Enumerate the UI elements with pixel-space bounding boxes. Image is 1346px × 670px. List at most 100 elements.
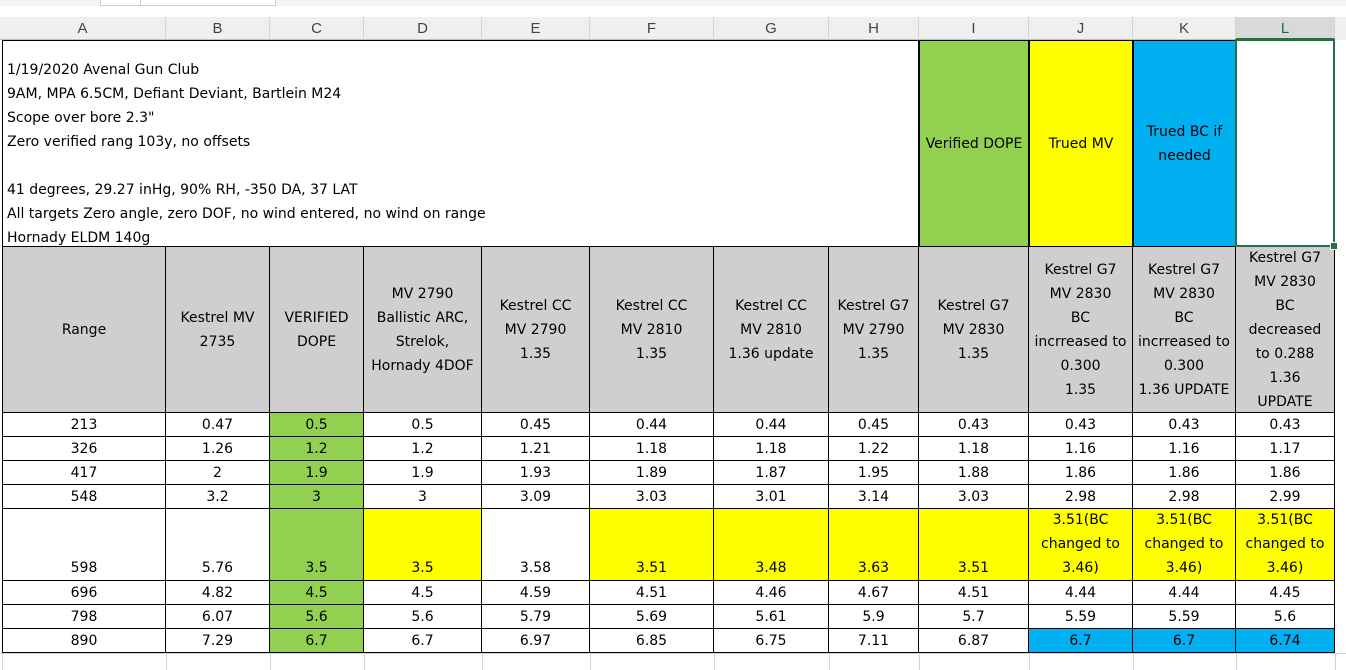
table-cell[interactable]: 1.18 <box>590 437 714 461</box>
table-cell[interactable]: 5.76 <box>166 509 270 581</box>
table-cell[interactable]: 3.03 <box>590 485 714 509</box>
table-header-cell[interactable]: Kestrel G7 MV 2830 1.35 <box>919 247 1029 413</box>
sheet-tab[interactable] <box>100 0 142 6</box>
table-cell[interactable]: 4.51 <box>590 581 714 605</box>
table-cell[interactable]: 4.51 <box>919 581 1029 605</box>
fill-handle[interactable] <box>1330 242 1338 250</box>
table-cell[interactable]: 5.69 <box>590 605 714 629</box>
table-cell[interactable]: 3.51(BC changed to 3.46) <box>1029 509 1133 581</box>
table-cell[interactable]: 5.79 <box>482 605 590 629</box>
table-cell[interactable]: 1.87 <box>714 461 829 485</box>
column-header-f[interactable]: F <box>590 17 714 40</box>
table-cell[interactable]: 6.7 <box>1133 629 1236 653</box>
table-cell[interactable]: 1.22 <box>829 437 919 461</box>
table-cell[interactable]: 3.51 <box>590 509 714 581</box>
table-header-cell[interactable]: Range <box>2 247 166 413</box>
legend-verified-dope[interactable]: Verified DOPE <box>919 40 1029 247</box>
column-header-d[interactable]: D <box>364 17 482 40</box>
table-cell[interactable]: 1.18 <box>919 437 1029 461</box>
table-cell[interactable]: 4.5 <box>364 581 482 605</box>
legend-trued-bc[interactable]: Trued BC if needed <box>1133 40 1236 247</box>
table-cell[interactable]: 0.43 <box>1029 413 1133 437</box>
table-cell[interactable]: 0.44 <box>590 413 714 437</box>
table-header-cell[interactable]: Kestrel G7 MV 2830 BC incrreased to 0.30… <box>1029 247 1133 413</box>
table-cell[interactable]: 3.5 <box>270 509 364 581</box>
table-cell[interactable]: 0.45 <box>829 413 919 437</box>
table-cell[interactable]: 5.61 <box>714 605 829 629</box>
table-cell[interactable]: 0.47 <box>166 413 270 437</box>
table-cell[interactable]: 6.75 <box>714 629 829 653</box>
table-cell[interactable]: 1.88 <box>919 461 1029 485</box>
table-cell[interactable]: 4.44 <box>1029 581 1133 605</box>
session-info-block[interactable]: 1/19/2020 Avenal Gun Club 9AM, MPA 6.5CM… <box>2 40 919 247</box>
table-cell[interactable]: 3.14 <box>829 485 919 509</box>
table-cell[interactable]: 3 <box>270 485 364 509</box>
table-cell[interactable]: 6.97 <box>482 629 590 653</box>
table-cell[interactable]: 6.7 <box>364 629 482 653</box>
table-cell[interactable]: 3 <box>364 485 482 509</box>
table-cell[interactable]: 2.98 <box>1029 485 1133 509</box>
table-cell[interactable]: 798 <box>2 605 166 629</box>
table-header-cell[interactable]: Kestrel CC MV 2810 1.35 <box>590 247 714 413</box>
column-header-b[interactable]: B <box>166 17 270 40</box>
table-cell[interactable]: 3.51 <box>919 509 1029 581</box>
table-cell[interactable]: 0.43 <box>919 413 1029 437</box>
column-header-c[interactable]: C <box>270 17 364 40</box>
table-cell[interactable]: 5.9 <box>829 605 919 629</box>
table-cell[interactable]: 2 <box>166 461 270 485</box>
table-cell[interactable]: 1.26 <box>166 437 270 461</box>
table-cell[interactable]: 1.9 <box>270 461 364 485</box>
legend-trued-mv[interactable]: Trued MV <box>1029 40 1133 247</box>
table-cell[interactable]: 1.95 <box>829 461 919 485</box>
table-cell[interactable]: 6.87 <box>919 629 1029 653</box>
table-header-cell[interactable]: Kestrel CC MV 2790 1.35 <box>482 247 590 413</box>
table-cell[interactable]: 0.43 <box>1133 413 1236 437</box>
table-cell[interactable]: 2.98 <box>1133 485 1236 509</box>
column-header-a[interactable]: A <box>0 17 166 40</box>
table-cell[interactable]: 1.18 <box>714 437 829 461</box>
table-cell[interactable]: 4.59 <box>482 581 590 605</box>
column-header-k[interactable]: K <box>1133 17 1236 40</box>
table-cell[interactable]: 3.51(BC changed to 3.46) <box>1133 509 1236 581</box>
column-header-e[interactable]: E <box>482 17 590 40</box>
table-cell[interactable]: 3.48 <box>714 509 829 581</box>
table-cell[interactable]: 3.51(BC changed to 3.46) <box>1236 509 1335 581</box>
table-cell[interactable]: 3.5 <box>364 509 482 581</box>
column-header-g[interactable]: G <box>714 17 829 40</box>
table-cell[interactable]: 4.45 <box>1236 581 1335 605</box>
column-header-h[interactable]: H <box>829 17 919 40</box>
table-cell[interactable]: 3.03 <box>919 485 1029 509</box>
table-cell[interactable]: 598 <box>2 509 166 581</box>
table-cell[interactable]: 1.2 <box>270 437 364 461</box>
table-cell[interactable]: 2.99 <box>1236 485 1335 509</box>
table-cell[interactable]: 3.58 <box>482 509 590 581</box>
table-cell[interactable]: 4.44 <box>1133 581 1236 605</box>
table-cell[interactable]: 548 <box>2 485 166 509</box>
table-cell[interactable]: 4.5 <box>270 581 364 605</box>
table-cell[interactable]: 5.6 <box>364 605 482 629</box>
table-header-cell[interactable]: MV 2790 Ballistic ARC, Strelok, Hornady … <box>364 247 482 413</box>
table-cell[interactable]: 1.17 <box>1236 437 1335 461</box>
table-cell[interactable]: 6.85 <box>590 629 714 653</box>
table-cell[interactable]: 213 <box>2 413 166 437</box>
table-cell[interactable]: 4.67 <box>829 581 919 605</box>
table-cell[interactable]: 4.46 <box>714 581 829 605</box>
table-cell[interactable]: 4.82 <box>166 581 270 605</box>
column-header-i[interactable]: I <box>919 17 1029 40</box>
table-cell[interactable]: 6.74 <box>1236 629 1335 653</box>
table-cell[interactable]: 1.2 <box>364 437 482 461</box>
table-cell[interactable]: 5.59 <box>1133 605 1236 629</box>
table-cell[interactable]: 0.43 <box>1236 413 1335 437</box>
table-header-cell[interactable]: Kestrel G7 MV 2830 BC incrreased to 0.30… <box>1133 247 1236 413</box>
table-cell[interactable]: 326 <box>2 437 166 461</box>
table-cell[interactable]: 5.59 <box>1029 605 1133 629</box>
table-cell[interactable]: 0.5 <box>270 413 364 437</box>
table-cell[interactable]: 1.86 <box>1133 461 1236 485</box>
table-header-cell[interactable]: VERIFIED DOPE <box>270 247 364 413</box>
table-cell[interactable]: 696 <box>2 581 166 605</box>
table-cell[interactable]: 1.86 <box>1236 461 1335 485</box>
table-cell[interactable]: 5.7 <box>919 605 1029 629</box>
table-cell[interactable]: 3.01 <box>714 485 829 509</box>
table-cell[interactable]: 3.63 <box>829 509 919 581</box>
table-cell[interactable]: 1.21 <box>482 437 590 461</box>
